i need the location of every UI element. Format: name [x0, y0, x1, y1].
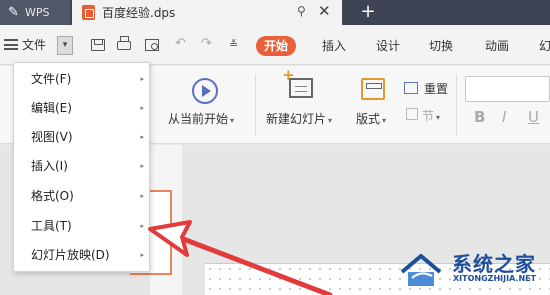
underline-button[interactable]: U — [528, 108, 539, 126]
wps-logo-icon: ✎ — [8, 5, 19, 20]
menu-item-format[interactable]: 格式(O) ▸ — [14, 183, 151, 210]
tab-document[interactable]: 百度经验.dps ⚲ ✕ — [72, 0, 342, 25]
tab-transition[interactable]: 切换 — [429, 36, 453, 56]
layout-button[interactable]: 版式 ▾ — [356, 110, 386, 127]
quick-toolbar: 文件 ▾ ↶ ↷ ≚ 开始 插入 设计 切换 动画 幻 — [0, 25, 550, 65]
tab-document-label: 百度经验.dps — [102, 6, 176, 20]
close-icon[interactable]: ✕ — [318, 2, 331, 20]
title-bar: ✎ WPS 百度经验.dps ⚲ ✕ + — [0, 0, 550, 25]
presentation-file-icon — [82, 5, 95, 20]
italic-button[interactable]: I — [502, 108, 506, 126]
menu-item-label: 幻灯片放映(D) — [31, 248, 110, 262]
file-menu-button[interactable]: 文件 — [4, 36, 46, 53]
tab-animation[interactable]: 动画 — [485, 36, 509, 56]
tab-wps-home[interactable]: ✎ WPS — [0, 0, 70, 25]
section-button: 节 ▾ — [422, 107, 440, 124]
menu-item-slideshow[interactable]: 幻灯片放映(D) ▸ — [14, 242, 151, 269]
menu-item-label: 文件(F) — [31, 72, 72, 86]
chevron-right-icon: ▸ — [140, 192, 144, 200]
watermark-title: 系统之家 — [452, 252, 536, 276]
chevron-right-icon: ▸ — [140, 251, 144, 259]
menu-item-label: 插入(I) — [31, 159, 68, 173]
menu-item-insert[interactable]: 插入(I) ▸ — [14, 153, 151, 180]
section-label: 节 — [422, 109, 435, 123]
watermark-url: XITONGZHIJIA.NET — [453, 274, 537, 283]
caret-down-icon: ▾ — [230, 116, 235, 125]
chevron-right-icon: ▸ — [140, 104, 144, 112]
undo-icon[interactable]: ↶ — [175, 36, 186, 51]
plus-icon: + — [360, 1, 376, 22]
redo-icon[interactable]: ↷ — [201, 36, 212, 51]
save-icon[interactable] — [91, 39, 105, 51]
menu-item-view[interactable]: 视图(V) ▸ — [14, 124, 151, 151]
reset-button[interactable]: 重置 — [424, 80, 448, 97]
menu-item-file[interactable]: 文件(F) ▸ — [14, 66, 151, 93]
ribbon-separator — [456, 74, 457, 136]
new-slide-button[interactable]: 新建幻灯片 ▾ — [266, 110, 332, 127]
new-slide-label: 新建幻灯片 — [266, 112, 327, 126]
bold-button[interactable]: B — [474, 108, 485, 126]
file-dropdown-menu: 文件(F) ▸ 编辑(E) ▸ 视图(V) ▸ 插入(I) ▸ 格式(O) ▸ 工具(T)… — [13, 62, 150, 272]
from-current-button[interactable]: 从当前开始 ▾ — [168, 110, 234, 127]
menu-item-edit[interactable]: 编辑(E) ▸ — [14, 95, 151, 122]
tab-wps-label: WPS — [25, 6, 50, 19]
layout-label: 版式 — [356, 112, 381, 126]
file-menu-label: 文件 — [22, 38, 47, 52]
chevron-right-icon: ▸ — [140, 75, 144, 83]
print-preview-icon[interactable] — [145, 39, 159, 51]
chevron-down-icon: ▾ — [62, 40, 68, 50]
caret-down-icon: ▾ — [382, 116, 387, 125]
new-slide-icon[interactable] — [282, 66, 313, 98]
menu-item-label: 编辑(E) — [31, 101, 72, 115]
reset-icon[interactable] — [404, 82, 418, 94]
play-from-current-icon[interactable] — [192, 78, 218, 104]
pin-icon[interactable]: ⚲ — [297, 4, 306, 18]
ribbon-separator — [255, 74, 256, 136]
new-tab-button[interactable]: + — [356, 0, 380, 25]
font-name-input[interactable] — [465, 76, 550, 102]
chevron-right-icon: ▸ — [140, 162, 144, 170]
menu-item-label: 工具(T) — [31, 219, 72, 233]
tab-insert[interactable]: 插入 — [322, 36, 346, 56]
caret-down-icon: ▾ — [328, 116, 333, 125]
from-current-label: 从当前开始 — [168, 112, 229, 126]
tab-design[interactable]: 设计 — [376, 36, 400, 56]
caret-down-icon: ▾ — [436, 113, 441, 122]
layout-icon[interactable] — [361, 78, 385, 100]
section-icon — [406, 108, 418, 120]
menu-item-tools[interactable]: 工具(T) ▸ — [14, 213, 151, 240]
customize-toolbar-icon[interactable]: ≚ — [229, 38, 238, 51]
chevron-right-icon: ▸ — [140, 222, 144, 230]
hamburger-icon — [4, 39, 18, 50]
house-logo-icon — [400, 254, 442, 286]
file-menu-dropdown-button[interactable]: ▾ — [57, 36, 73, 55]
tab-home[interactable]: 开始 — [256, 36, 297, 56]
print-icon[interactable] — [117, 36, 131, 50]
menu-item-label: 视图(V) — [31, 130, 73, 144]
tab-slideshow[interactable]: 幻 — [539, 36, 550, 56]
chevron-right-icon: ▸ — [140, 133, 144, 141]
menu-item-label: 格式(O) — [31, 189, 74, 203]
